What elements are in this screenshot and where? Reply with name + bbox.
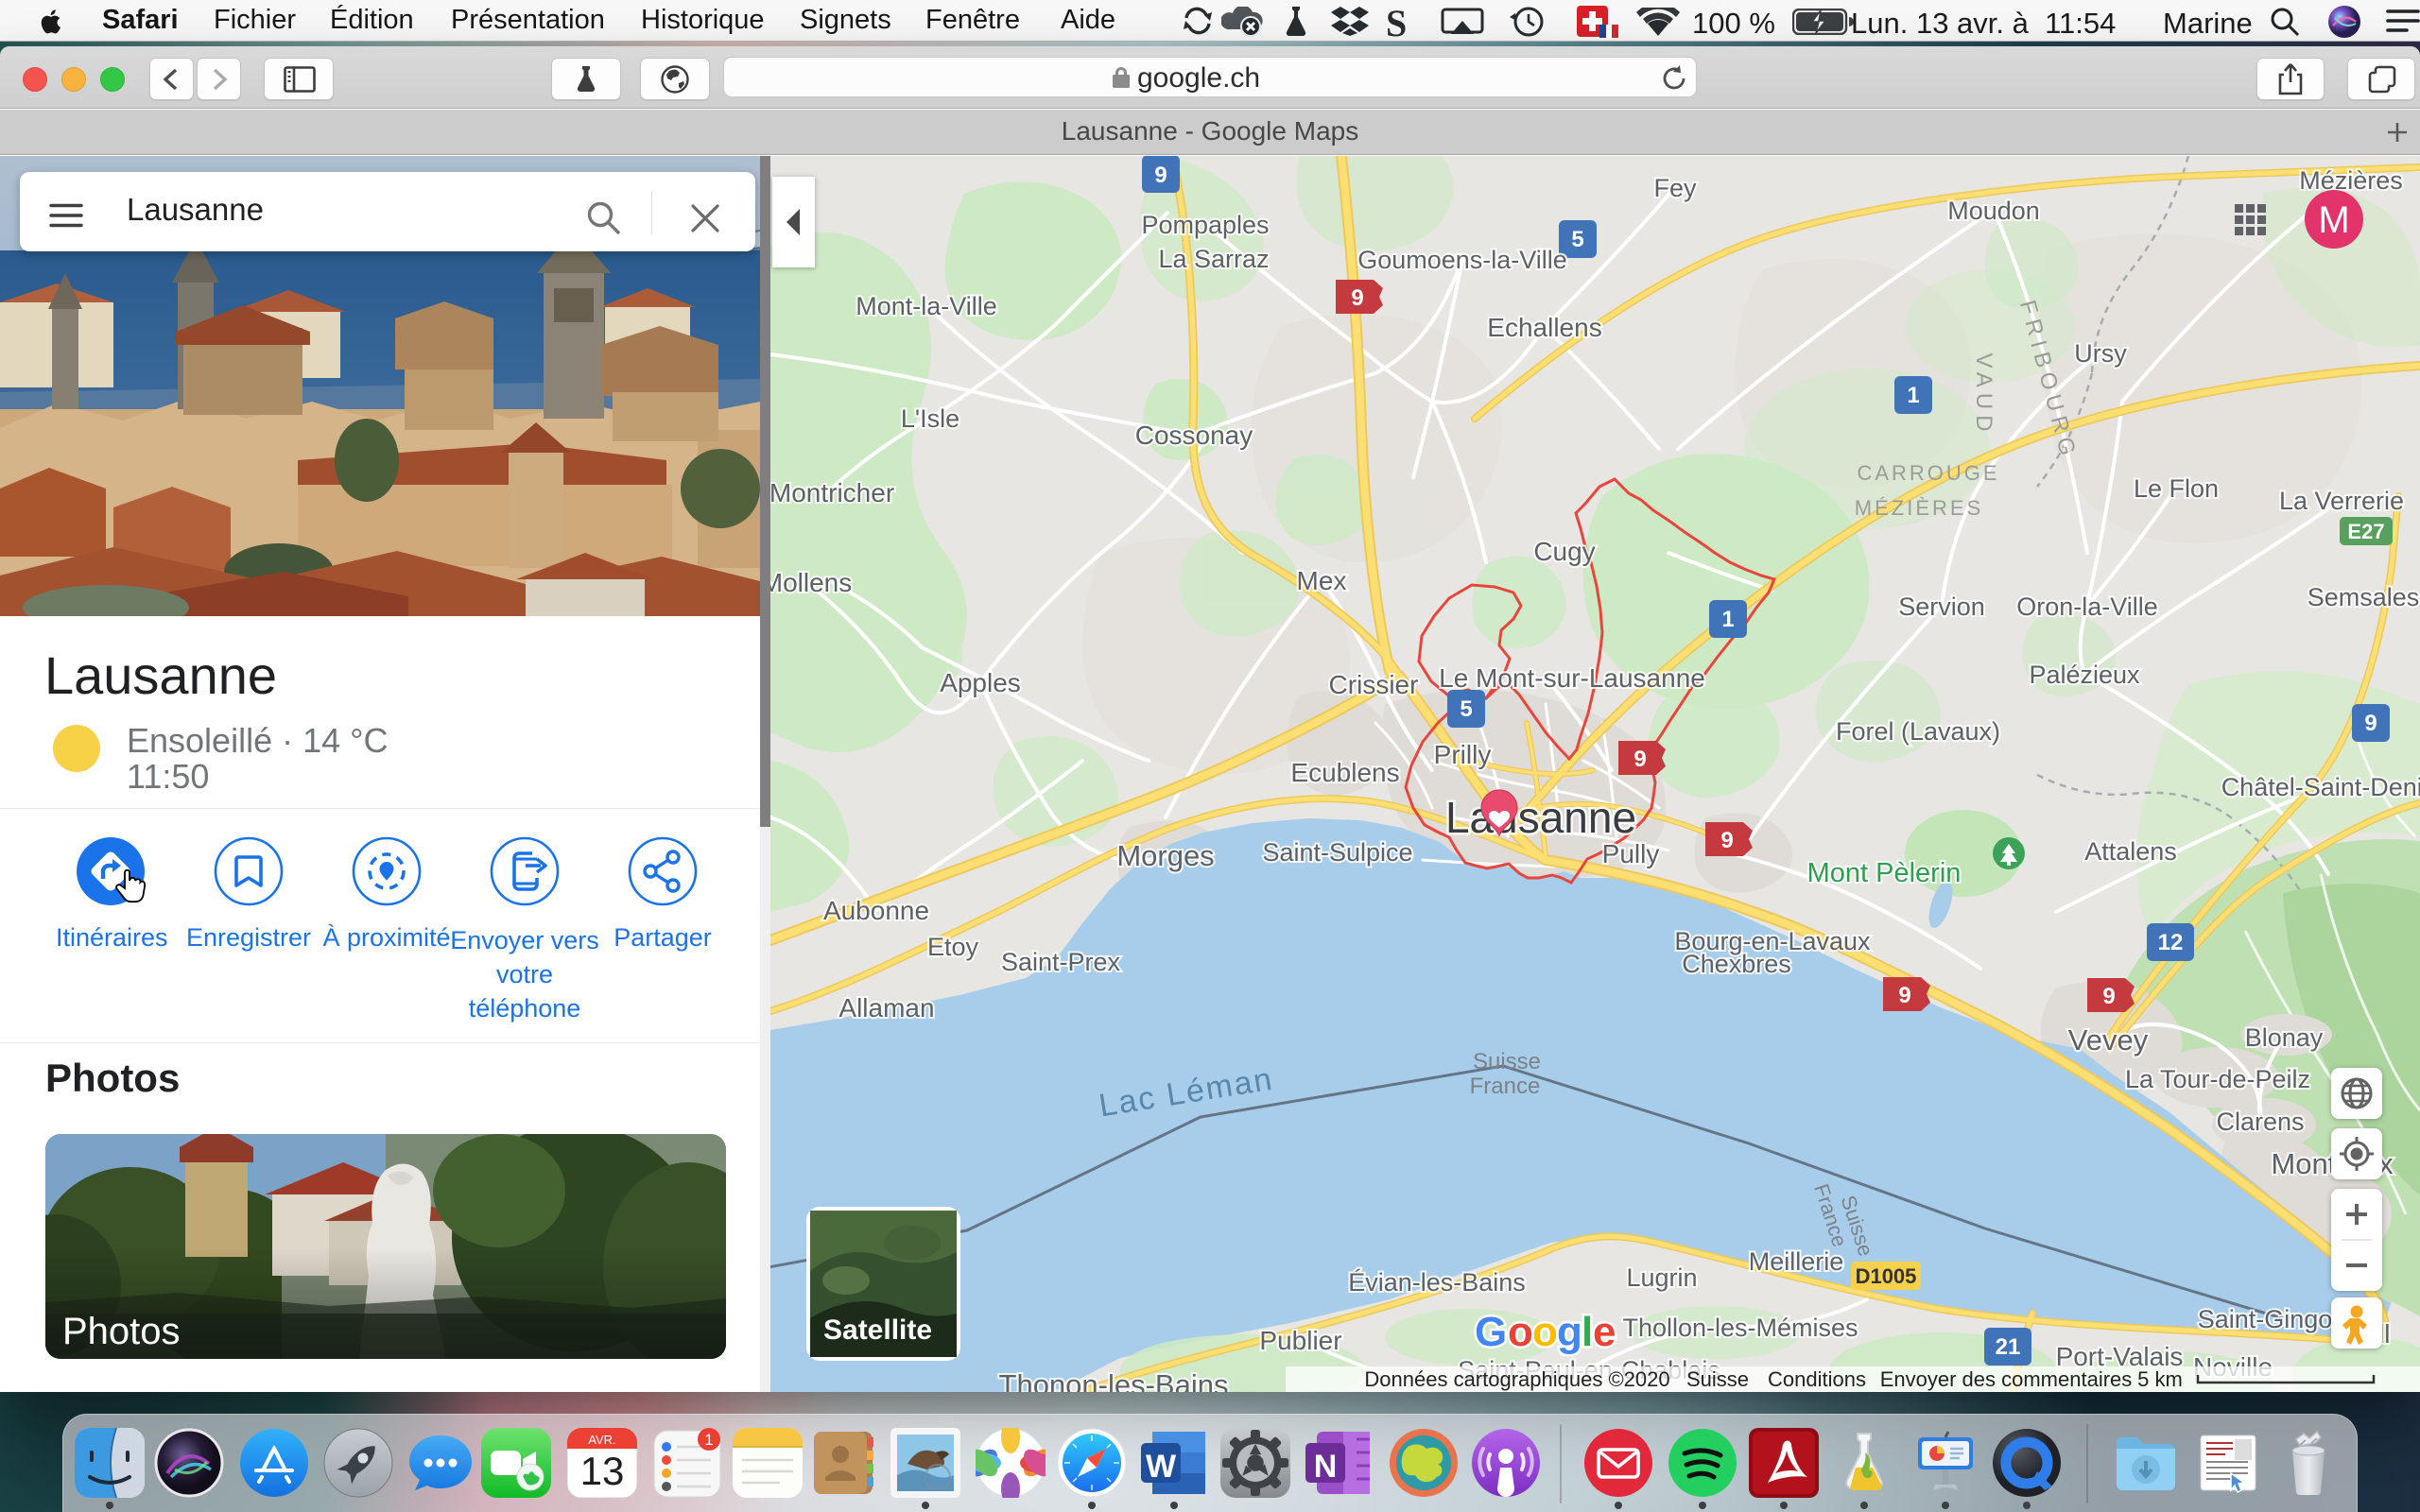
svg-text:MÉZIÈRES: MÉZIÈRES	[1855, 496, 1983, 520]
svg-text:Thonon-les-Bains: Thonon-les-Bains	[999, 1368, 1229, 1392]
svg-text:AVR.: AVR.	[588, 1433, 615, 1447]
svg-text:Apples: Apples	[940, 668, 1021, 697]
svg-text:o: o	[1532, 1309, 1558, 1355]
svg-text:9: 9	[2364, 711, 2377, 736]
svg-text:Allaman: Allaman	[838, 993, 934, 1022]
svg-text:Mollens: Mollens	[770, 568, 852, 597]
svg-text:N: N	[1314, 1449, 1338, 1485]
svg-text:La Verrerie: La Verrerie	[2279, 487, 2404, 515]
svg-text:Chexbres: Chexbres	[1682, 950, 1791, 978]
svg-text:Mont-la-Ville: Mont-la-Ville	[856, 292, 997, 320]
svg-text:La Sarraz: La Sarraz	[1158, 245, 1269, 273]
svg-text:Pompaples: Pompaples	[1141, 211, 1269, 239]
svg-text:D1005: D1005	[1856, 1264, 1917, 1288]
svg-text:9: 9	[2102, 984, 2115, 1009]
svg-text:CARROUGE: CARROUGE	[1857, 461, 1999, 485]
svg-text:Ursy: Ursy	[2074, 339, 2127, 368]
svg-text:o: o	[1508, 1309, 1533, 1355]
svg-text:Publier: Publier	[1259, 1326, 1341, 1355]
svg-text:1: 1	[1721, 607, 1734, 632]
svg-text:Envoyer des commentaires: Envoyer des commentaires	[1880, 1367, 2133, 1391]
svg-text:La Tour-de-Peilz: La Tour-de-Peilz	[2125, 1065, 2310, 1093]
svg-text:Etoy: Etoy	[927, 933, 979, 961]
svg-text:l: l	[1582, 1309, 1593, 1355]
svg-text:Prilly: Prilly	[1434, 740, 1492, 769]
svg-text:Saint-Sulpice: Saint-Sulpice	[1262, 838, 1412, 867]
svg-text:21: 21	[1996, 1334, 2021, 1360]
svg-text:Lausanne: Lausanne	[1445, 793, 1636, 842]
svg-text:Suisse: Suisse	[1473, 1049, 1541, 1074]
svg-text:Crissier: Crissier	[1329, 670, 1419, 699]
svg-text:Goumoens-la-Ville: Goumoens-la-Ville	[1357, 246, 1567, 274]
svg-text:9: 9	[1154, 163, 1167, 188]
svg-text:1: 1	[704, 1431, 713, 1449]
svg-text:9: 9	[1351, 285, 1363, 311]
svg-text:Servion: Servion	[1898, 593, 1985, 621]
svg-text:Le Mont-sur-Lausanne: Le Mont-sur-Lausanne	[1439, 663, 1705, 693]
svg-text:Morges: Morges	[1116, 839, 1214, 872]
svg-text:E27: E27	[2347, 520, 2384, 543]
svg-text:Palézieux: Palézieux	[2029, 661, 2140, 689]
svg-text:Fey: Fey	[1653, 174, 1697, 202]
svg-text:Clarens: Clarens	[2216, 1108, 2304, 1136]
svg-text:g: g	[1557, 1309, 1582, 1355]
svg-text:Suisse: Suisse	[1686, 1367, 1749, 1391]
svg-text:Blonay: Blonay	[2245, 1023, 2324, 1052]
svg-text:5: 5	[1571, 227, 1583, 252]
svg-text:Conditions: Conditions	[1768, 1367, 1866, 1391]
svg-text:G: G	[1475, 1309, 1507, 1355]
svg-text:France: France	[1470, 1074, 1541, 1099]
svg-text:Oron-la-Ville: Oron-la-Ville	[2016, 593, 2158, 621]
svg-text:Cossonay: Cossonay	[1135, 421, 1253, 450]
svg-text:Attalens: Attalens	[2084, 837, 2177, 866]
svg-text:Semsales: Semsales	[2308, 583, 2420, 611]
svg-text:1: 1	[1907, 383, 1919, 408]
svg-text:Mex: Mex	[1297, 566, 1347, 595]
svg-text:M: M	[2318, 199, 2349, 241]
svg-text:5: 5	[1460, 696, 1472, 722]
svg-text:Évian-les-Bains: Évian-les-Bains	[1348, 1268, 1526, 1297]
svg-text:Le Flon: Le Flon	[2134, 474, 2219, 503]
svg-text:Thollon-les-Mémises: Thollon-les-Mémises	[1622, 1314, 1858, 1342]
svg-text:W: W	[1146, 1449, 1177, 1485]
svg-text:12: 12	[2158, 930, 2184, 955]
svg-text:Cugy: Cugy	[1533, 537, 1595, 566]
svg-text:Données cartographiques ©2020: Données cartographiques ©2020	[1364, 1367, 1669, 1391]
svg-text:13: 13	[580, 1449, 625, 1493]
svg-text:Ecublens: Ecublens	[1290, 758, 1399, 787]
svg-text:Châtel-Saint-Denis: Châtel-Saint-Denis	[2221, 773, 2420, 801]
svg-text:Meillerie: Meillerie	[1749, 1247, 1844, 1276]
svg-text:Vevey: Vevey	[2068, 1023, 2149, 1057]
svg-text:VAUD: VAUD	[1971, 353, 1996, 438]
svg-text:5 km: 5 km	[2137, 1367, 2183, 1391]
svg-text:e: e	[1593, 1309, 1616, 1355]
svg-text:Pully: Pully	[1602, 839, 1660, 868]
svg-text:Aubonne: Aubonne	[823, 896, 929, 925]
svg-text:Satellite: Satellite	[823, 1314, 932, 1346]
svg-text:9: 9	[1898, 983, 1910, 1008]
svg-text:9: 9	[1634, 747, 1646, 772]
svg-text:Moudon: Moudon	[1947, 197, 2040, 225]
svg-text:Forel (Lavaux): Forel (Lavaux)	[1836, 717, 2000, 746]
svg-text:Saint-Prex: Saint-Prex	[1001, 948, 1121, 976]
svg-text:Photos: Photos	[62, 1311, 181, 1352]
svg-text:L'Isle: L'Isle	[901, 404, 959, 433]
svg-text:9: 9	[1720, 828, 1733, 853]
svg-text:Mézières: Mézières	[2299, 166, 2403, 195]
svg-text:Montricher: Montricher	[770, 478, 894, 507]
svg-text:Mont Pèlerin: Mont Pèlerin	[1807, 858, 1962, 888]
svg-text:Lugrin: Lugrin	[1626, 1263, 1697, 1292]
svg-text:Echallens: Echallens	[1487, 313, 1601, 342]
